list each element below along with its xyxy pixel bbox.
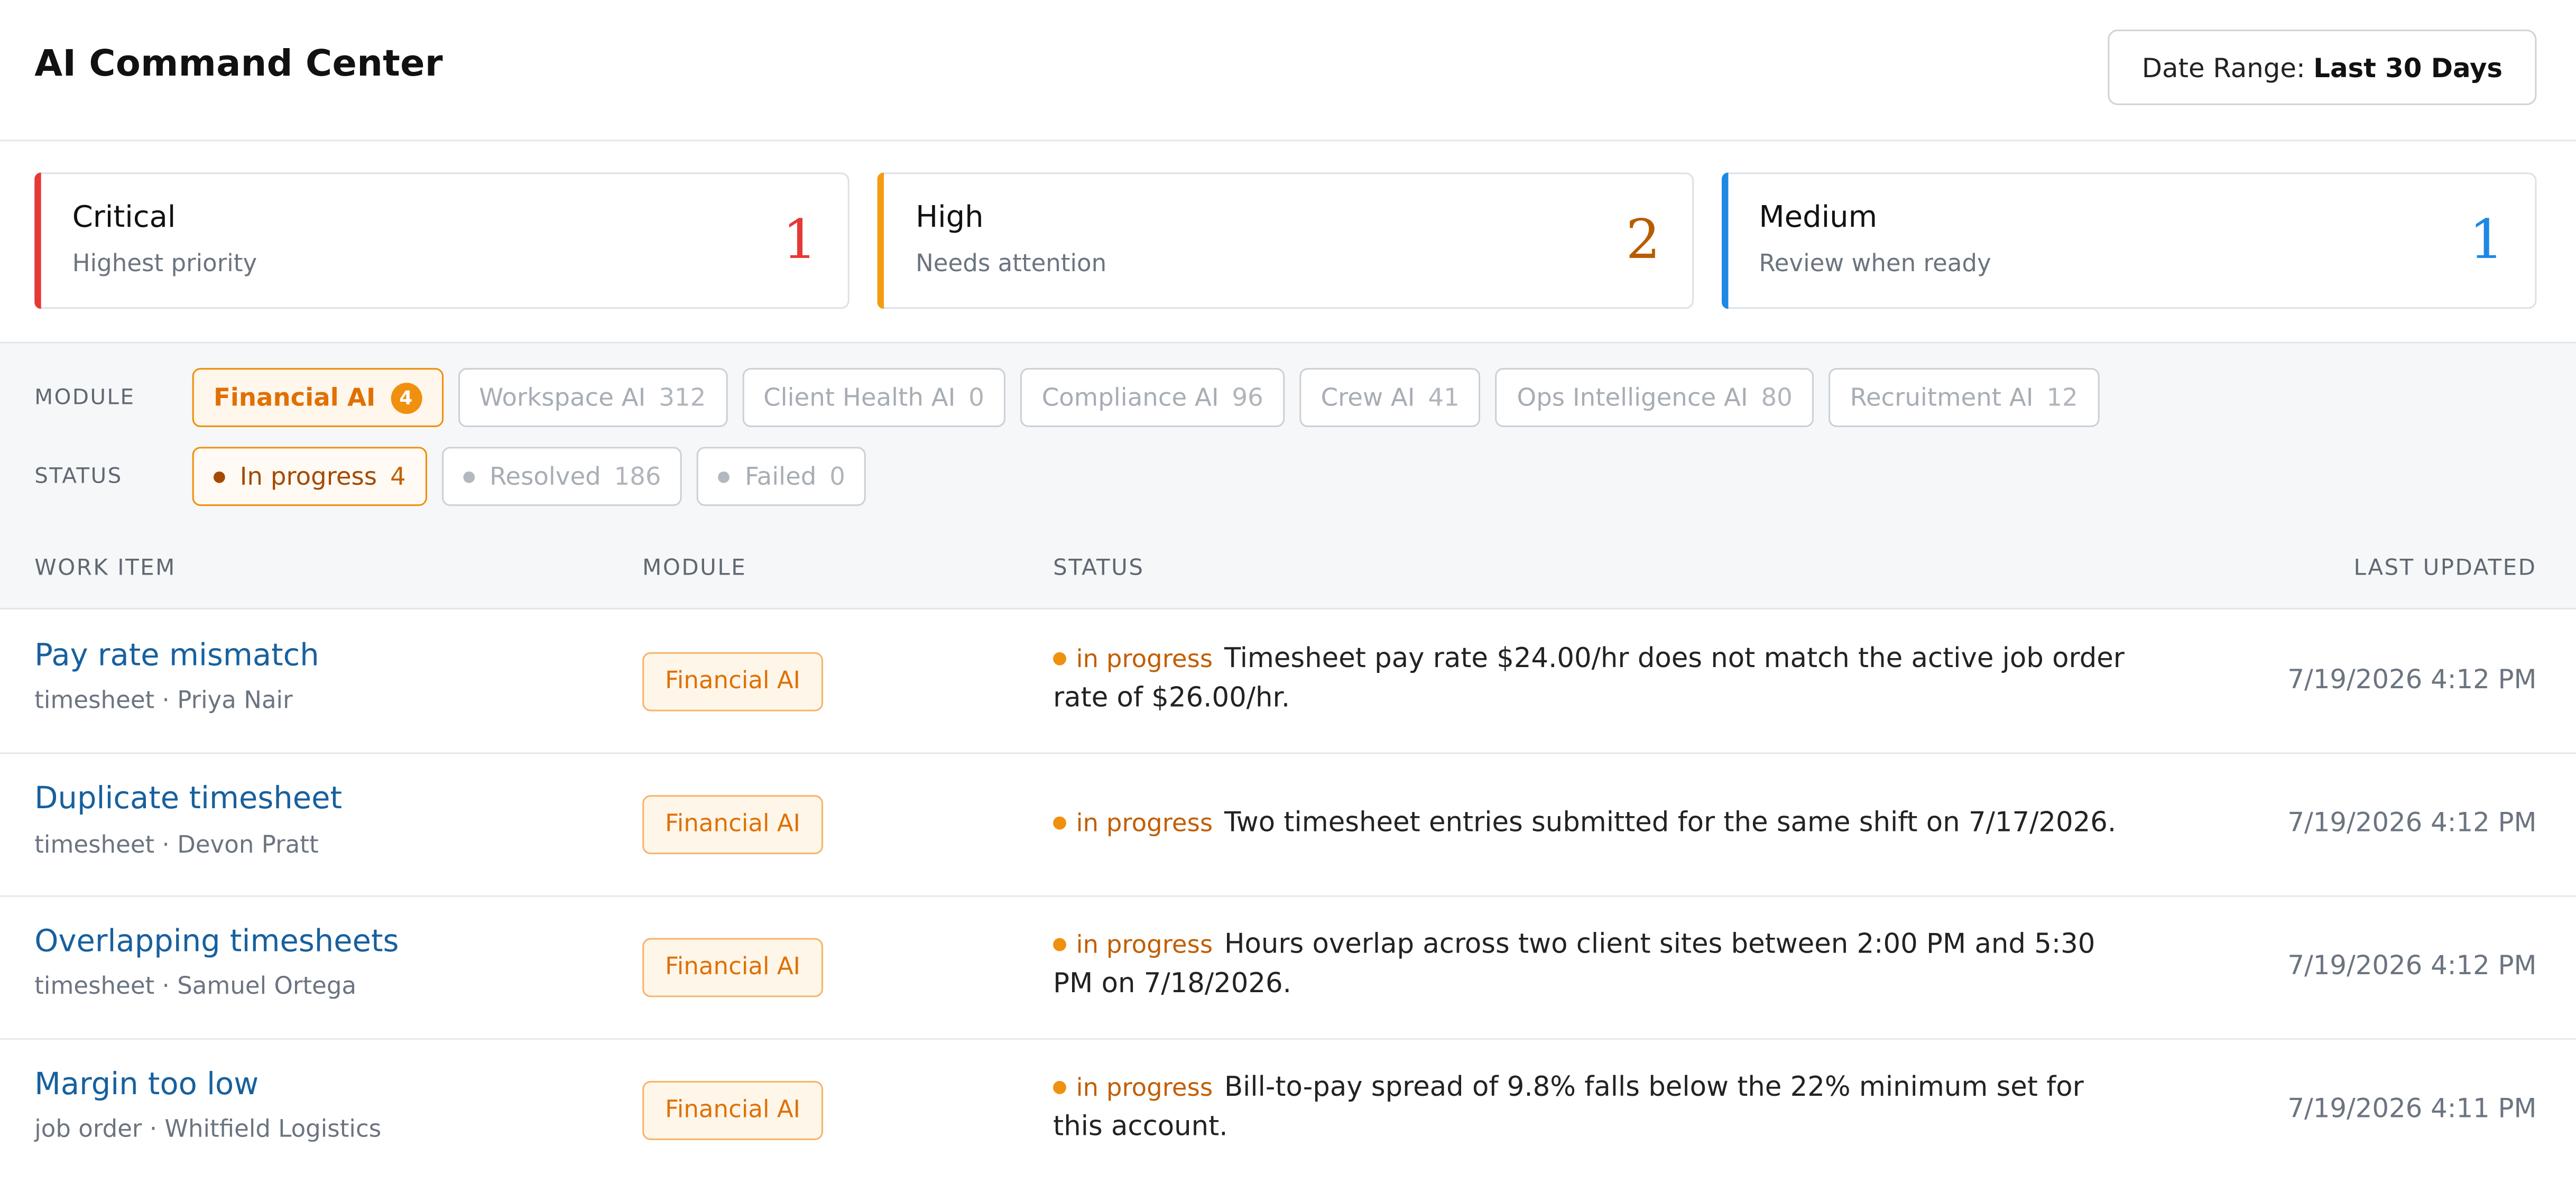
module-chip-crew-ai[interactable]: Crew AI 41 [1299,368,1481,428]
module-tag: Financial AI [642,795,824,855]
chip-count: 186 [614,461,661,492]
status-filter-label: STATUS [34,464,123,489]
table-row[interactable]: Pay rate mismatch timesheet · Priya Nair… [0,609,2576,754]
status-text: in progress [1076,808,1213,838]
chip-label: Client Health AI [763,383,956,413]
priority-subtitle: Highest priority [72,251,257,278]
chip-label: Ops Intelligence AI [1517,383,1748,413]
priority-count: 1 [782,207,817,271]
last-updated: 7/19/2026 4:11 PM [2287,1092,2537,1124]
status-cell: in progress Two timesheet entries submitt… [1053,803,2137,843]
status-chip-in-progress[interactable]: In progress 4 [192,447,428,506]
priority-label: Critical [72,200,176,235]
chip-label: Financial AI [214,383,376,413]
column-header-last-updated[interactable]: LAST UPDATED [2354,555,2537,581]
table-row[interactable]: Margin too low job order · Whitfield Log… [0,1040,2576,1181]
module-chip-workspace-ai[interactable]: Workspace AI 312 [457,368,727,428]
priority-count: 1 [2469,207,2504,271]
work-item-meta: timesheet · Priya Nair [34,688,293,715]
work-item-meta: timesheet · Samuel Ortega [34,974,357,1001]
priority-subtitle: Review when ready [1759,251,1991,278]
status-message: Timesheet pay rate $24.00/hr does not ma… [1053,642,2125,713]
priority-count: 2 [1626,207,1660,271]
module-chip-recruitment-ai[interactable]: Recruitment AI 12 [1829,368,2100,428]
chip-label: Workspace AI [479,383,646,413]
priority-card-high[interactable]: High Needs attention 2 [878,172,1694,309]
status-dot-icon [214,470,225,483]
module-filter-row: MODULE Financial AI 4 Workspace AI 312 C… [34,368,2100,428]
chip-count: 0 [829,461,845,492]
chip-count: 41 [1428,383,1460,413]
module-filter-label: MODULE [34,385,135,410]
chip-count: 312 [659,383,706,413]
column-header-work-item[interactable]: WORK ITEM [34,555,176,581]
module-tag: Financial AI [642,1080,824,1140]
status-message: Two timesheet entries submitted for the … [1224,806,2117,838]
chip-label: In progress [239,461,377,492]
status-chips: In progress 4 Resolved 186 Failed 0 [192,447,867,506]
status-cell: in progress Hours overlap across two clie… [1053,925,2137,1004]
chip-label: Failed [745,461,817,492]
table-header: WORK ITEM MODULE STATUS LAST UPDATED [0,530,2576,609]
module-chips: Financial AI 4 Workspace AI 312 Client H… [192,368,2100,428]
table-row[interactable]: Duplicate timesheet timesheet · Devon Pr… [0,754,2576,897]
chip-label: Resolved [490,461,601,492]
status-dot-icon [1053,816,1066,830]
filter-panel: MODULE Financial AI 4 Workspace AI 312 C… [0,341,2576,534]
priority-card-critical[interactable]: Critical Highest priority 1 [34,172,850,309]
module-tag: Financial AI [642,938,824,997]
page-title: AI Command Center [34,44,443,86]
status-text: in progress [1076,1073,1213,1103]
work-item-link[interactable]: Duplicate timesheet [34,782,342,816]
status-dot-icon [718,470,731,483]
chip-count: 0 [968,383,984,413]
date-range-button[interactable]: Date Range: Last 30 Days [2108,29,2537,105]
priority-subtitle: Needs attention [916,251,1107,278]
module-tag: Financial AI [642,652,824,711]
count-badge: 4 [390,382,422,413]
work-item-link[interactable]: Pay rate mismatch [34,639,319,673]
work-item-meta: job order · Whitfield Logistics [34,1117,382,1144]
module-chip-ops-intelligence-ai[interactable]: Ops Intelligence AI 80 [1495,368,1814,428]
status-dot-icon [463,470,475,483]
date-range-value: Last 30 Days [2313,51,2503,83]
chip-count: 96 [1232,383,1263,413]
last-updated: 7/19/2026 4:12 PM [2287,663,2537,695]
chip-label: Compliance AI [1041,383,1219,413]
status-dot-icon [1053,1080,1066,1094]
app-root: AI Command Center Date Range: Last 30 Da… [0,0,2576,1183]
last-updated: 7/19/2026 4:12 PM [2287,949,2537,981]
work-item-link[interactable]: Overlapping timesheets [34,925,399,959]
module-chip-compliance-ai[interactable]: Compliance AI 96 [1020,368,1285,428]
date-range-label: Date Range: [2141,51,2305,83]
chip-count: 12 [2046,383,2078,413]
status-cell: in progress Timesheet pay rate $24.00/hr … [1053,639,2137,718]
status-filter-row: STATUS In progress 4 Resolved 186 Failed… [34,447,867,506]
table-row[interactable]: Overlapping timesheets timesheet · Samue… [0,897,2576,1040]
status-dot-icon [1053,938,1066,951]
status-cell: in progress Bill-to-pay spread of 9.8% fa… [1053,1068,2137,1147]
chip-count: 80 [1761,383,1793,413]
priority-label: Medium [1759,200,1878,235]
module-chip-client-health-ai[interactable]: Client Health AI 0 [742,368,1006,428]
status-chip-resolved[interactable]: Resolved 186 [441,447,682,506]
work-item-link[interactable]: Margin too low [34,1068,258,1102]
chip-label: Recruitment AI [1850,383,2034,413]
priority-label: High [916,200,984,235]
priority-cards: Critical Highest priority 1 High Needs a… [34,172,2537,309]
column-header-status[interactable]: STATUS [1053,555,1144,581]
priority-card-medium[interactable]: Medium Review when ready 1 [1721,172,2537,309]
work-item-meta: timesheet · Devon Pratt [34,833,319,859]
chip-count: 4 [390,461,406,492]
last-updated: 7/19/2026 4:12 PM [2287,806,2537,838]
page-header: AI Command Center Date Range: Last 30 Da… [0,0,2576,142]
status-text: in progress [1076,930,1213,959]
column-header-module[interactable]: MODULE [642,555,746,581]
status-text: in progress [1076,644,1213,674]
status-dot-icon [1053,652,1066,666]
module-chip-financial-ai[interactable]: Financial AI 4 [192,368,443,428]
status-chip-failed[interactable]: Failed 0 [697,447,867,506]
chip-label: Crew AI [1321,383,1415,413]
